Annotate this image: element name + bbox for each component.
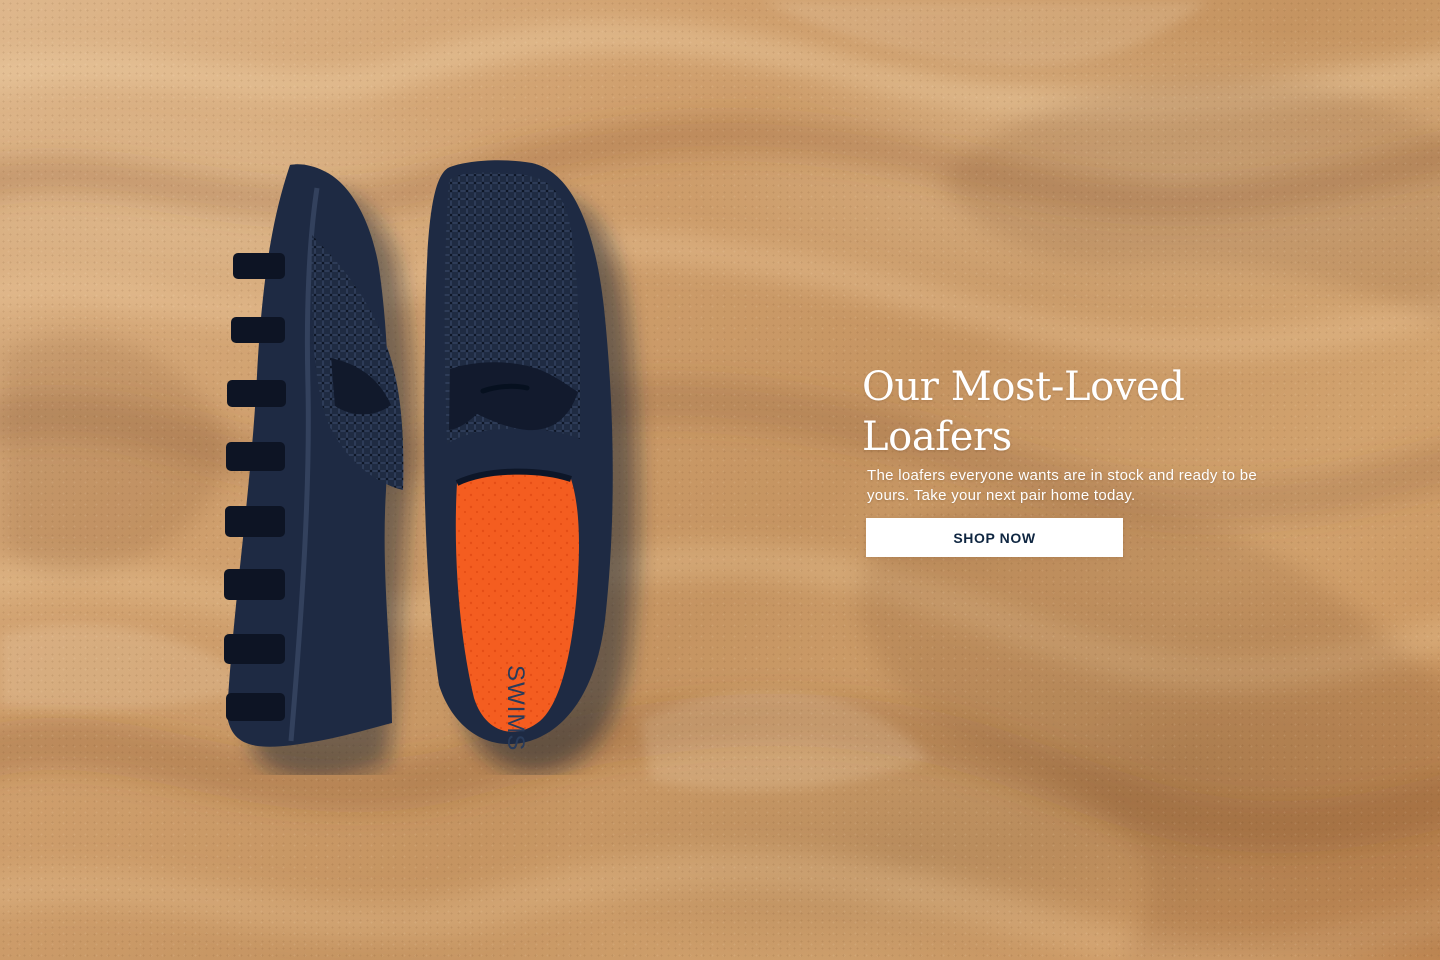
hero-title: Our Most-Loved Loafers: [862, 364, 1185, 460]
hero-description: The loafers everyone wants are in stock …: [867, 467, 1258, 504]
loafer-right-top-view: SWIMS: [424, 160, 638, 774]
insole-logo-text: SWIMS: [502, 665, 529, 751]
loafer-left-side-view: [224, 164, 414, 775]
hero-banner: SWIMS Our Most-Loved Loafers The loafers…: [0, 0, 1440, 960]
shop-now-button[interactable]: SHOP NOW: [866, 518, 1123, 557]
loafers-product-image: SWIMS: [224, 160, 638, 775]
promo-content: Our Most-Loved Loafers The loafers every…: [862, 362, 1302, 557]
